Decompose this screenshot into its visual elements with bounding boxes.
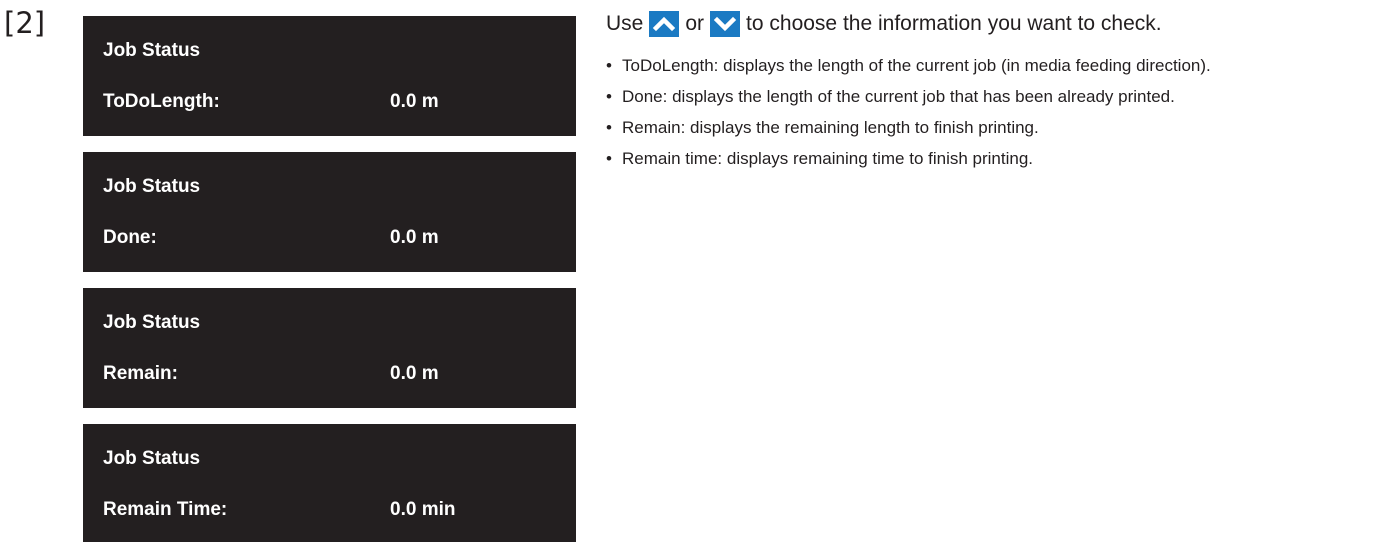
panel-label: Remain: xyxy=(103,363,178,384)
list-item: • Remain: displays the remaining length t… xyxy=(606,118,1039,137)
job-status-panel-todolength: Job Status ToDoLength: 0.0 m xyxy=(83,16,576,136)
panel-value: 0.0 m xyxy=(390,363,439,384)
list-item: • ToDoLength: displays the length of the … xyxy=(606,56,1211,75)
panel-label: Done: xyxy=(103,227,157,248)
step-number: [2] xyxy=(4,6,46,40)
panel-label: Remain Time: xyxy=(103,499,228,520)
lead-text-middle: or xyxy=(685,12,705,35)
bullet-text: ToDoLength: displays the length of the c… xyxy=(622,56,1211,75)
list-item: • Remain time: displays remaining time to… xyxy=(606,149,1034,168)
job-status-panel-remain: Job Status Remain: 0.0 m xyxy=(83,288,576,408)
job-status-panels: Job Status ToDoLength: 0.0 m Job Status … xyxy=(83,16,576,558)
panel-value: 0.0 min xyxy=(390,499,456,520)
up-arrow-key-icon xyxy=(649,11,680,37)
panel-title: Job Status xyxy=(103,312,201,333)
bullet-text: Done: displays the length of the current… xyxy=(622,87,1175,106)
panel-title: Job Status xyxy=(103,40,201,61)
bullet-text: Remain: displays the remaining length to… xyxy=(622,118,1039,137)
panel-title: Job Status xyxy=(103,176,201,197)
list-item: • Done: displays the length of the curren… xyxy=(606,87,1175,106)
job-status-panel-done: Job Status Done: 0.0 m xyxy=(83,152,576,272)
panel-value: 0.0 m xyxy=(390,91,439,112)
instructions: Use or to choose the information you wan… xyxy=(606,10,1386,176)
panel-title: Job Status xyxy=(103,448,201,469)
panel-value: 0.0 m xyxy=(390,227,439,248)
panel-label: ToDoLength: xyxy=(103,91,220,112)
bullet-list: • ToDoLength: displays the length of the … xyxy=(606,52,1386,172)
instruction-lead: Use or to choose the information you wan… xyxy=(606,10,1386,38)
job-status-panel-remain-time: Job Status Remain Time: 0.0 min xyxy=(83,424,576,542)
lead-text-before: Use xyxy=(606,12,644,35)
down-arrow-key-icon xyxy=(710,11,741,37)
lead-text-after: to choose the information you want to ch… xyxy=(746,12,1162,35)
bullet-text: Remain time: displays remaining time to … xyxy=(622,149,1034,168)
